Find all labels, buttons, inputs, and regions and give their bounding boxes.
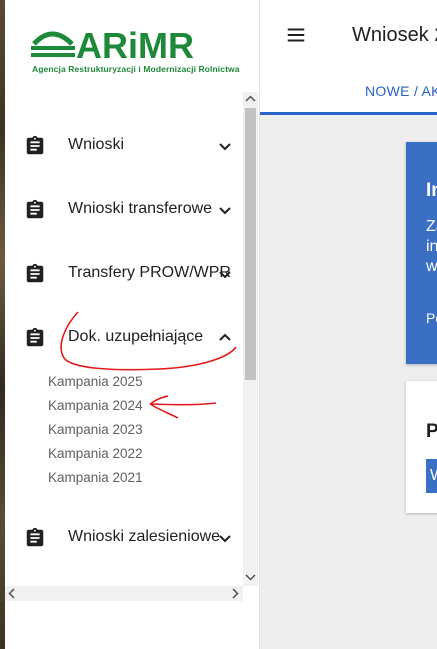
action-card: P W <box>406 381 437 513</box>
action-button[interactable]: W <box>426 459 437 493</box>
info-card-text: w <box>426 258 437 275</box>
sidebar-item-label: Wnioski zalesieniowe <box>68 528 221 545</box>
submenu-item-kampania-2021[interactable]: Kampania 2021 <box>48 470 143 485</box>
main-content: Wniosek 2 NOWE / AK In Za in w Po P W <box>260 0 437 649</box>
scroll-up-icon[interactable] <box>245 94 256 104</box>
chevron-up-icon <box>219 333 231 341</box>
sidebar-item-label: Wnioski <box>68 136 125 153</box>
sidebar-item-label: Dok. uzupełniające <box>68 328 204 345</box>
hamburger-icon[interactable] <box>285 24 307 46</box>
clipboard-icon <box>26 263 44 283</box>
sidebar-item-dok-uzupelniajace[interactable]: Dok. uzupełniające <box>5 318 243 358</box>
clipboard-icon <box>26 135 44 155</box>
horizontal-scrollbar[interactable] <box>5 586 243 601</box>
info-card-text: in <box>426 238 437 255</box>
app-header: Wniosek 2 <box>260 0 437 70</box>
vertical-scrollbar[interactable] <box>243 92 258 586</box>
sidebar-item-wnioski-transferowe[interactable]: Wnioski transferowe <box>5 190 243 230</box>
clipboard-icon <box>26 327 44 347</box>
logo-subtitle: Agencja Restrukturyzacji i Modernizacji … <box>32 64 240 74</box>
sidebar-item-label: Transfery PROW/WPR <box>68 264 231 281</box>
page-title: Wniosek 2 <box>352 24 437 46</box>
submenu-item-kampania-2023[interactable]: Kampania 2023 <box>48 422 143 437</box>
tab-nowe-aktywne[interactable]: NOWE / AK <box>365 83 437 99</box>
info-card-link[interactable]: Po <box>426 310 437 326</box>
sidebar-item-wnioski-zalesieniowe[interactable]: Wnioski zalesieniowe <box>5 518 243 558</box>
submenu-item-kampania-2025[interactable]: Kampania 2025 <box>48 374 143 389</box>
sidebar-item-transfery[interactable]: Transfery PROW/WPR <box>5 254 243 294</box>
sidebar-item-wnioski[interactable]: Wnioski <box>5 126 243 166</box>
sidebar-item-label: Wnioski transferowe <box>68 200 213 217</box>
chevron-down-icon <box>219 143 231 151</box>
sidebar-nav: Wnioski Wnioski transferowe Transfery PR… <box>5 92 243 586</box>
action-card-heading: P <box>426 421 437 442</box>
scrollbar-thumb[interactable] <box>245 108 256 380</box>
info-card: In Za in w Po <box>406 142 437 364</box>
chevron-down-icon <box>219 535 231 543</box>
chevron-down-icon <box>219 207 231 215</box>
clipboard-icon <box>26 199 44 219</box>
clipboard-icon <box>26 527 44 547</box>
chevron-down-icon <box>219 271 231 279</box>
submenu-item-kampania-2022[interactable]: Kampania 2022 <box>48 446 143 461</box>
submenu-item-kampania-2024[interactable]: Kampania 2024 <box>48 398 143 413</box>
logo-wordmark: ARiMR <box>76 25 194 66</box>
scroll-down-icon[interactable] <box>245 572 256 582</box>
info-card-text: Za <box>426 218 437 235</box>
scroll-right-icon[interactable] <box>230 588 240 599</box>
scroll-left-icon[interactable] <box>7 588 17 599</box>
info-card-title: In <box>426 180 437 201</box>
